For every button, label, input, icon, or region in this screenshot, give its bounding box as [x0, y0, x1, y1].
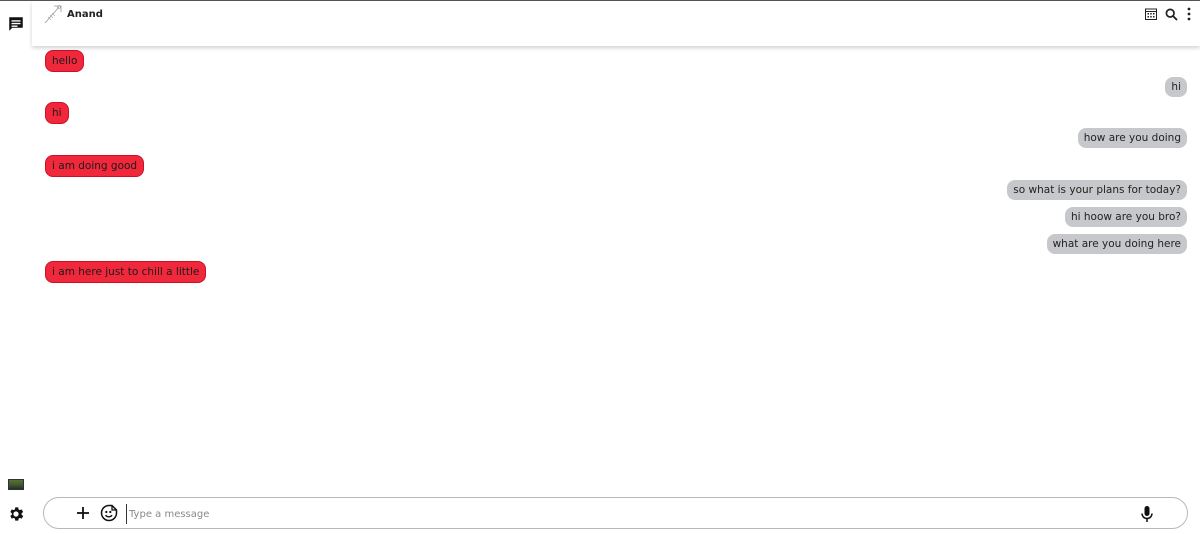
emoji-icon[interactable] [100, 504, 118, 522]
calendar-icon[interactable] [1145, 8, 1157, 20]
mic-icon[interactable] [1139, 505, 1155, 523]
image-thumbnail[interactable] [8, 479, 24, 490]
received-message[interactable]: i am here just to chill a little [45, 261, 207, 283]
left-rail [0, 1, 32, 534]
more-vertical-icon[interactable] [1186, 7, 1192, 21]
received-message[interactable]: hi [45, 102, 69, 124]
received-message[interactable]: i am doing good [45, 155, 145, 177]
message-composer [43, 497, 1188, 529]
sent-message[interactable]: hi hoow are you bro? [1064, 207, 1187, 227]
avatar[interactable] [42, 3, 64, 25]
contact-name[interactable]: Anand [67, 9, 103, 20]
chat-header: Anand [32, 1, 1200, 46]
received-message[interactable]: hello [45, 50, 85, 72]
message-input[interactable] [126, 504, 1106, 524]
sent-message[interactable]: what are you doing here [1046, 234, 1187, 254]
plus-icon[interactable] [74, 504, 92, 522]
sent-message[interactable]: so what is your plans for today? [1007, 180, 1187, 200]
sent-message[interactable]: how are you doing [1077, 128, 1187, 148]
sent-message[interactable]: hi [1165, 77, 1187, 97]
header-actions [1145, 7, 1192, 21]
search-icon[interactable] [1165, 8, 1178, 21]
message-list: hello hi hi how are you doing i am doing… [32, 46, 1200, 486]
chat-icon[interactable] [7, 15, 25, 33]
gear-icon[interactable] [7, 505, 25, 523]
